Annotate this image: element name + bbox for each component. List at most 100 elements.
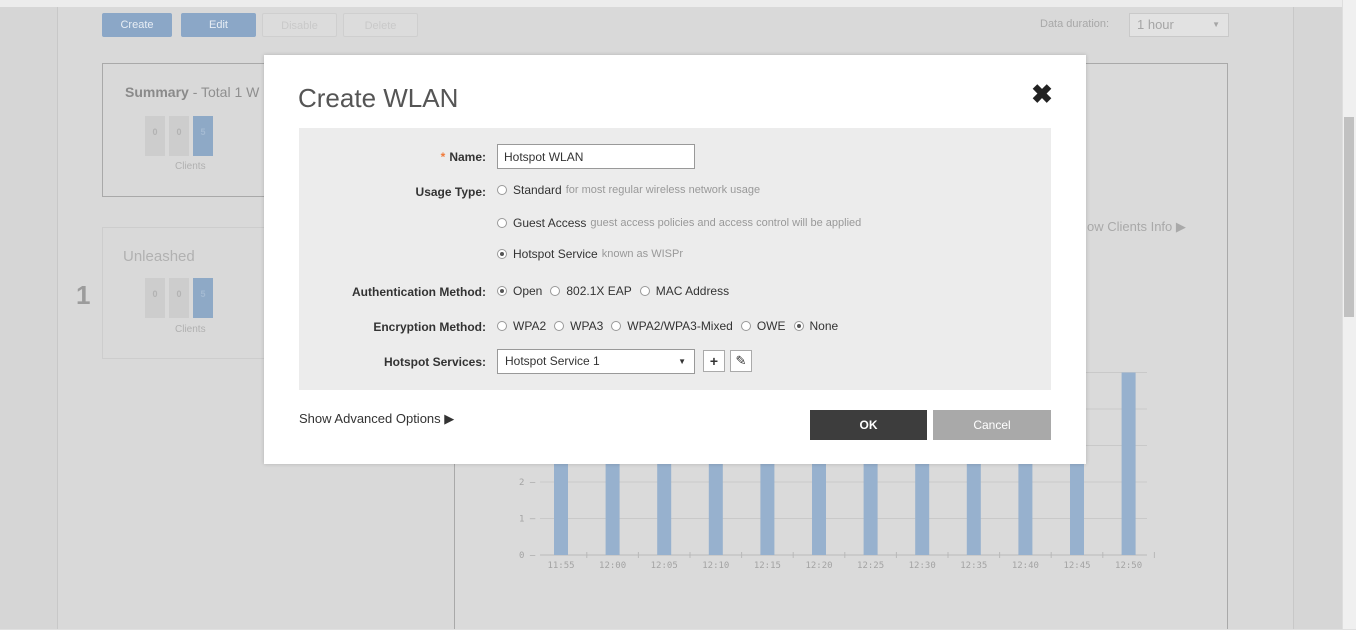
create-button[interactable]: Create xyxy=(102,13,172,37)
chart-bar xyxy=(1070,449,1084,555)
delete-button[interactable]: Delete xyxy=(343,13,418,37)
chart-bar xyxy=(708,449,723,555)
chart-bar xyxy=(966,449,981,555)
auth-open-label: Open xyxy=(513,284,543,298)
unleashed-count-2: 5 xyxy=(193,278,213,318)
chart-bar xyxy=(657,449,672,555)
data-duration-value: 1 hour xyxy=(1137,17,1174,32)
edit-hotspot-service-button[interactable]: ✎ xyxy=(730,350,752,372)
enc-owe-radio[interactable] xyxy=(740,321,751,331)
show-clients-info-label: ow Clients Info xyxy=(1087,219,1173,234)
create-wlan-dialog: Create WLAN ✖ *Name: Usage Type: Standar… xyxy=(264,55,1086,464)
chart-bar xyxy=(863,449,878,555)
usage-guest-radio[interactable] xyxy=(497,218,507,228)
ok-button[interactable]: OK xyxy=(810,410,927,440)
x-tick-label: 12:45 xyxy=(1063,561,1090,571)
summary-title: Summary - Total 1 W xyxy=(125,84,259,100)
usage-standard-option[interactable]: Standard for most regular wireless netwo… xyxy=(497,183,760,197)
x-tick-label: 12:10 xyxy=(702,561,729,571)
auth-8021x-label: 802.1X EAP xyxy=(566,284,632,298)
enc-wpa2-radio[interactable] xyxy=(497,321,507,331)
hotspot-service-value: Hotspot Service 1 xyxy=(505,354,600,368)
usage-hotspot-radio[interactable] xyxy=(497,249,507,259)
unleashed-count-0: 0 xyxy=(145,278,165,318)
x-tick-label: 12:50 xyxy=(1115,561,1142,571)
summary-title-bold: Summary xyxy=(125,84,189,100)
chart-bar xyxy=(1121,372,1136,555)
x-tick-label: 12:00 xyxy=(599,561,626,571)
chart-bar xyxy=(812,449,826,555)
usage-guest-label: Guest Access xyxy=(513,216,587,230)
unleashed-panel[interactable]: Unleashed 0 0 5 Clients xyxy=(102,227,274,359)
dialog-title: Create WLAN xyxy=(298,83,459,113)
chart-bar xyxy=(760,449,775,555)
chart-bar xyxy=(915,449,930,555)
data-duration-label: Data duration: xyxy=(1040,18,1110,30)
x-tick-label: 12:05 xyxy=(651,561,678,571)
triangle-right-icon: ▶ xyxy=(1175,219,1186,234)
y-tick-label: 1 – xyxy=(519,515,536,525)
chart-bar xyxy=(1018,449,1033,555)
x-tick-label: 12:15 xyxy=(754,561,781,571)
enc-none-label: None xyxy=(809,319,839,333)
row-index: 1 xyxy=(76,280,91,310)
cancel-button[interactable]: Cancel xyxy=(933,410,1051,440)
summary-panel: Summary - Total 1 W 0 0 5 Clients xyxy=(102,63,274,197)
data-duration-select[interactable]: 1 hour ▼ xyxy=(1129,13,1229,37)
auth-mac-label: MAC Address xyxy=(655,284,730,298)
enc-none-radio[interactable] xyxy=(793,321,804,331)
x-tick-label: 12:30 xyxy=(909,561,936,571)
auth-open-radio[interactable] xyxy=(497,286,507,296)
enc-mixed-label: WPA2/WPA3-Mixed xyxy=(627,319,733,333)
chevron-down-icon: ▼ xyxy=(1212,20,1220,29)
usage-guest-option[interactable]: Guest Access guest access policies and a… xyxy=(497,216,861,230)
hotspot-service-select[interactable]: Hotspot Service 1 ▼ xyxy=(497,349,695,374)
close-icon[interactable]: ✖ xyxy=(1028,79,1056,109)
summary-clients-caption: Clients xyxy=(175,161,206,172)
usage-standard-label: Standard xyxy=(513,183,562,197)
disable-button[interactable]: Disable xyxy=(262,13,337,37)
unleashed-title: Unleashed xyxy=(123,248,195,265)
usage-standard-radio[interactable] xyxy=(497,185,507,195)
auth-method-label: Authentication Method: xyxy=(352,285,486,299)
usage-guest-hint: guest access policies and access control… xyxy=(590,217,862,229)
enc-wpa2-label: WPA2 xyxy=(513,319,547,333)
y-tick-label: 2 – xyxy=(519,478,536,488)
chevron-down-icon: ▼ xyxy=(678,357,686,366)
chart-bar xyxy=(554,449,568,555)
show-advanced-options-link[interactable]: Show Advanced Options ▶ xyxy=(299,411,454,427)
add-hotspot-service-button[interactable]: + xyxy=(703,350,725,372)
auth-method-options: Open 802.1X EAP MAC Address xyxy=(497,284,729,298)
summary-title-rest: - Total 1 W xyxy=(188,84,260,100)
auth-8021x-radio[interactable] xyxy=(550,286,561,296)
x-tick-label: 12:40 xyxy=(1012,561,1039,571)
name-label: * Name: xyxy=(299,150,486,164)
enc-wpa3-label: WPA3 xyxy=(570,319,604,333)
scrollbar-thumb[interactable] xyxy=(1344,117,1354,317)
x-tick-label: 12:25 xyxy=(857,561,884,571)
top-strip xyxy=(0,0,1342,7)
usage-type-label: Usage Type: xyxy=(415,185,486,199)
usage-hotspot-label: Hotspot Service xyxy=(513,247,598,261)
y-tick-label: 0 – xyxy=(519,551,536,561)
enc-mixed-radio[interactable] xyxy=(611,321,622,331)
auth-mac-radio[interactable] xyxy=(639,286,650,296)
usage-hotspot-hint: known as WISPr xyxy=(601,248,684,260)
unleashed-clients-caption: Clients xyxy=(175,324,206,335)
summary-count-1: 0 xyxy=(169,116,189,156)
unleashed-count-1: 0 xyxy=(169,278,189,318)
required-marker: * xyxy=(440,150,446,164)
x-tick-label: 11:55 xyxy=(547,561,574,571)
show-clients-info-link[interactable]: ow Clients Info ▶ xyxy=(1087,219,1186,235)
edit-button[interactable]: Edit xyxy=(181,13,256,37)
encryption-method-label: Encryption Method: xyxy=(373,320,486,334)
summary-count-2: 5 xyxy=(193,116,213,156)
enc-owe-label: OWE xyxy=(756,319,786,333)
name-input[interactable] xyxy=(497,144,695,169)
usage-hotspot-option[interactable]: Hotspot Service known as WISPr xyxy=(497,247,683,261)
x-tick-label: 12:35 xyxy=(960,561,987,571)
encryption-method-options: WPA2 WPA3 WPA2/WPA3-Mixed OWE None xyxy=(497,319,838,333)
enc-wpa3-radio[interactable] xyxy=(554,321,565,331)
chart-bar xyxy=(605,449,620,555)
name-label-text: Name: xyxy=(449,150,486,164)
